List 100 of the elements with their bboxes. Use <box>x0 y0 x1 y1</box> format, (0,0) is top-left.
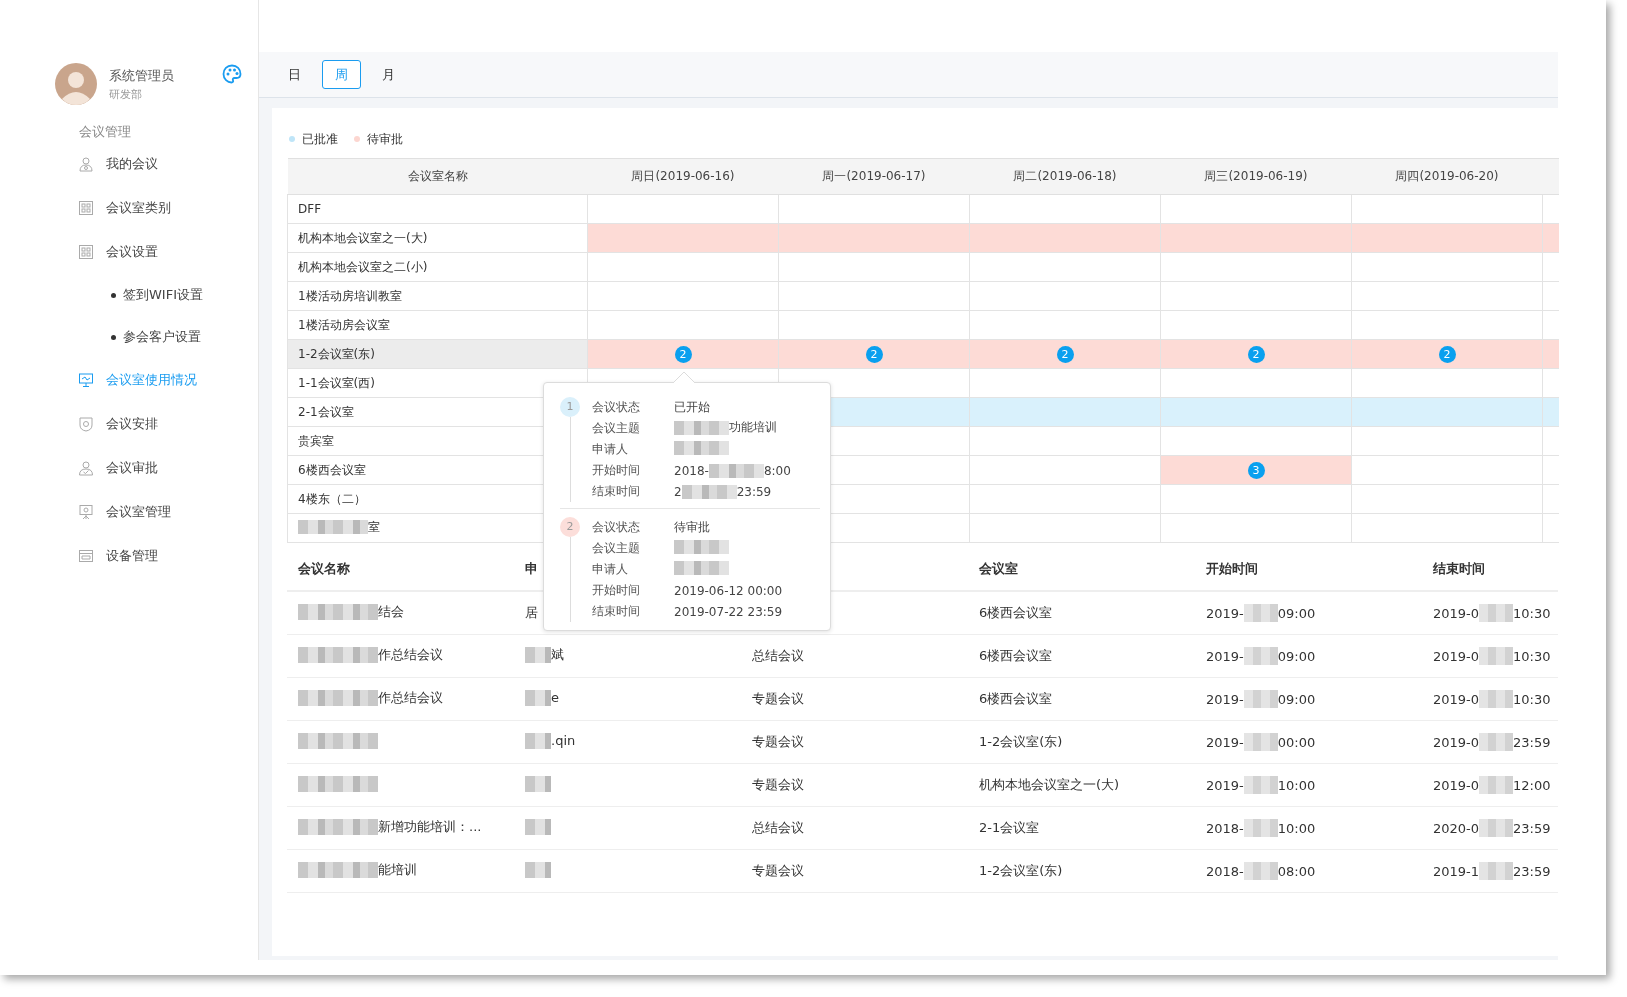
table-cell: 09:00 <box>1277 605 1316 621</box>
field-label: 会议主题 <box>592 420 641 437</box>
room-name: 2-1会议室 <box>298 404 354 419</box>
user-department: 研发部 <box>109 86 143 102</box>
table-cell: 1-2会议室(东) <box>979 734 1063 749</box>
table-cell: 2018- <box>1206 863 1244 879</box>
column-header: 开始时间 <box>1206 561 1258 576</box>
field-label: 申请人 <box>592 441 629 458</box>
field-value: 8:00 <box>763 463 791 478</box>
grid-icon <box>78 244 94 260</box>
table-cell: 2019-0 <box>1433 605 1480 621</box>
person-check-icon <box>78 460 94 476</box>
field-label: 开始时间 <box>592 462 641 479</box>
room-name: 室 <box>368 518 380 536</box>
table-cell: 2019- <box>1206 734 1244 750</box>
room-name: 机构本地会议室之一(大) <box>298 230 428 245</box>
room-name: 4楼东（二） <box>298 491 366 506</box>
nav-item[interactable]: 会议设置 <box>0 230 258 274</box>
shield-icon <box>78 416 94 432</box>
table-cell: 居 <box>525 605 538 620</box>
room-name: 1-2会议室(东) <box>298 346 375 361</box>
table-cell: 2019-0 <box>1433 648 1480 664</box>
table-cell: 10:30 <box>1513 648 1551 664</box>
field-value: 已开始 <box>674 400 710 414</box>
table-cell: 专题会议 <box>752 734 804 749</box>
table-cell: 10:30 <box>1513 605 1551 621</box>
table-cell: 新增功能培训：... <box>378 818 482 836</box>
table-cell: 09:00 <box>1277 691 1316 707</box>
nav-item[interactable]: 设备管理 <box>0 534 258 578</box>
nav-item[interactable]: 会议室类别 <box>0 186 258 230</box>
window-icon <box>78 548 94 564</box>
table-cell: 作总结会议 <box>378 689 443 707</box>
field-value: 2018- <box>674 463 709 478</box>
table-cell: 00:00 <box>1277 734 1316 750</box>
column-header: 结束时间 <box>1433 561 1485 576</box>
column-header: 周二(2019-06-18) <box>1013 169 1117 183</box>
table-cell: 总结会议 <box>752 820 804 835</box>
palette-icon[interactable] <box>222 64 242 84</box>
field-label: 会议主题 <box>592 540 641 557</box>
table-cell: 斌 <box>551 646 564 664</box>
table-cell: 10:00 <box>1277 777 1316 793</box>
column-header: 会议室名称 <box>407 169 468 183</box>
table-cell: 2019- <box>1206 605 1244 621</box>
column-header: 周一(2019-06-17) <box>822 169 926 183</box>
legend-label: 已批准 <box>302 130 338 148</box>
field-value: 待审批 <box>674 520 710 534</box>
nav-item[interactable]: 会议室管理 <box>0 490 258 534</box>
grid-icon <box>78 200 94 216</box>
field-label: 会议状态 <box>592 519 641 536</box>
field-value: 2019-07-22 23:59 <box>674 604 783 619</box>
table-cell: 1-2会议室(东) <box>979 863 1063 878</box>
table-cell: 作总结会议 <box>378 646 443 664</box>
table-cell: 09:00 <box>1277 648 1316 664</box>
table-cell: 专题会议 <box>752 863 804 878</box>
legend-dot <box>354 136 360 142</box>
room-name: 1-1会议室(西) <box>298 375 375 390</box>
nav-subitem[interactable]: 签到WIFI设置 <box>0 274 258 316</box>
column-header: 周日(2019-06-16) <box>631 169 735 183</box>
section-label: 会议管理 <box>78 123 132 141</box>
table-cell: 12:00 <box>1513 777 1551 793</box>
column-header: 会议室 <box>979 561 1018 576</box>
field-label: 会议状态 <box>592 399 641 416</box>
table-cell: 能培训 <box>378 861 417 879</box>
nav-item[interactable]: 会议安排 <box>0 402 258 446</box>
room-name: 机构本地会议室之二(小) <box>298 259 428 274</box>
step-number: 2 <box>560 517 580 537</box>
screen-icon <box>78 372 94 388</box>
legend-label: 待审批 <box>367 130 403 148</box>
view-tab[interactable]: 月 <box>369 60 408 89</box>
column-header: 申 <box>525 561 538 576</box>
table-cell: 专题会议 <box>752 777 804 792</box>
table-cell: 2019-0 <box>1433 691 1480 707</box>
avatar <box>55 63 97 105</box>
room-name: 1楼活动房培训教室 <box>298 288 402 303</box>
view-tab[interactable]: 日 <box>275 60 314 89</box>
bullet-icon <box>111 334 116 340</box>
table-cell: 2018- <box>1206 820 1244 836</box>
field-label: 申请人 <box>592 561 629 578</box>
room-name: 1楼活动房会议室 <box>298 317 390 332</box>
user-name: 系统管理员 <box>109 66 174 85</box>
table-cell: 2019-0 <box>1433 777 1480 793</box>
nav-subitem[interactable]: 参会客户设置 <box>0 316 258 358</box>
field-value: 2019-06-12 00:00 <box>674 583 783 598</box>
table-cell: e <box>551 690 559 705</box>
table-cell: 2020-0 <box>1433 820 1480 836</box>
room-name: 6楼西会议室 <box>298 462 366 477</box>
table-cell: 23:59 <box>1513 863 1551 879</box>
nav-item[interactable]: 会议审批 <box>0 446 258 490</box>
table-cell: 专题会议 <box>752 691 804 706</box>
room-name: DFF <box>298 202 322 216</box>
table-cell: 23:59 <box>1513 734 1551 750</box>
room-name: 贵宾室 <box>298 433 334 448</box>
field-value: 23:59 <box>736 484 772 499</box>
column-header: 周四(2019-06-20) <box>1395 169 1499 183</box>
legend-dot <box>289 136 295 142</box>
table-cell: 6楼西会议室 <box>979 605 1053 620</box>
field-label: 结束时间 <box>592 603 641 620</box>
table-cell: 08:00 <box>1277 863 1316 879</box>
nav-item[interactable]: 我的会议 <box>0 142 258 186</box>
field-label: 结束时间 <box>592 483 641 500</box>
